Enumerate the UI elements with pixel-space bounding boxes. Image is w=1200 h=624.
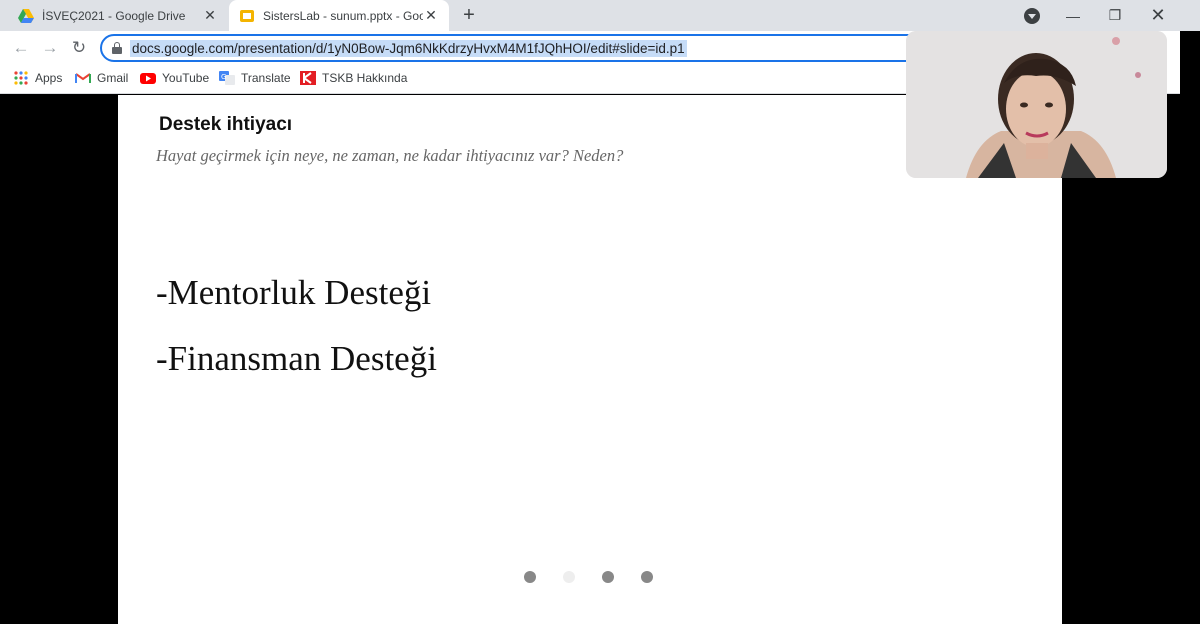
tab-google-drive[interactable]: İSVEÇ2021 - Google Drive ✕ [8, 0, 228, 31]
webcam-video [906, 31, 1167, 178]
close-tab-icon[interactable]: ✕ [423, 7, 439, 24]
tab-title: İSVEÇ2021 - Google Drive [42, 8, 186, 23]
reload-icon[interactable]: ↻ [68, 37, 90, 59]
page-dot[interactable] [563, 571, 575, 583]
back-icon[interactable]: ← [10, 37, 32, 59]
close-tab-icon[interactable]: ✕ [202, 7, 218, 24]
slide-subtitle: Hayat geçirmek için neye, ne zaman, ne k… [156, 146, 624, 165]
tab-strip: İSVEÇ2021 - Google Drive ✕ SistersLab - … [0, 0, 1200, 31]
apps-grid-icon [14, 71, 28, 85]
youtube-icon [140, 73, 156, 84]
bookmark-gmail[interactable]: Gmail [75, 70, 128, 86]
page-dot[interactable] [524, 571, 536, 583]
google-slides-icon [240, 9, 254, 22]
page-dot[interactable] [602, 571, 614, 583]
translate-icon: G [219, 71, 235, 85]
bookmark-youtube[interactable]: YouTube [140, 70, 209, 86]
lock-icon [112, 42, 122, 54]
slide-bullet-mentorship: -Mentorluk Desteği [156, 273, 432, 312]
restore-icon[interactable]: ❐ [1095, 0, 1135, 31]
gmail-icon [75, 73, 91, 83]
tab-sisterslab-slides[interactable]: SistersLab - sunum.pptx - Google ✕ [229, 0, 449, 31]
minimize-icon[interactable]: — [1053, 0, 1093, 31]
tab-search-icon[interactable] [1024, 8, 1040, 24]
bookmark-tskb[interactable]: TSKB Hakkında [300, 70, 407, 86]
bookmark-label: Translate [241, 71, 291, 85]
person-video-image [906, 31, 1167, 178]
page-indicator [524, 571, 680, 583]
page-dot[interactable] [641, 571, 653, 583]
google-drive-icon [18, 8, 34, 23]
slide-bullet-financing: -Finansman Desteği [156, 339, 437, 378]
url-text[interactable]: docs.google.com/presentation/d/1yN0Bow-J… [130, 39, 687, 57]
bookmark-label: Apps [35, 71, 63, 85]
bookmark-apps[interactable]: Apps [13, 70, 62, 86]
forward-icon[interactable]: → [39, 37, 61, 59]
bookmark-label: YouTube [162, 71, 210, 85]
tskb-icon [300, 71, 316, 85]
bookmark-translate[interactable]: G Translate [219, 70, 291, 86]
slide-heading: Destek ihtiyacı [159, 114, 293, 135]
address-bar[interactable]: docs.google.com/presentation/d/1yN0Bow-J… [100, 34, 930, 62]
svg-text:G: G [221, 73, 226, 81]
bookmark-label: Gmail [97, 71, 129, 85]
close-window-icon[interactable]: ✕ [1138, 0, 1178, 31]
new-tab-button[interactable]: + [458, 4, 480, 26]
bookmark-label: TSKB Hakkında [322, 71, 408, 85]
tab-title: SistersLab - sunum.pptx - Google [263, 8, 423, 23]
